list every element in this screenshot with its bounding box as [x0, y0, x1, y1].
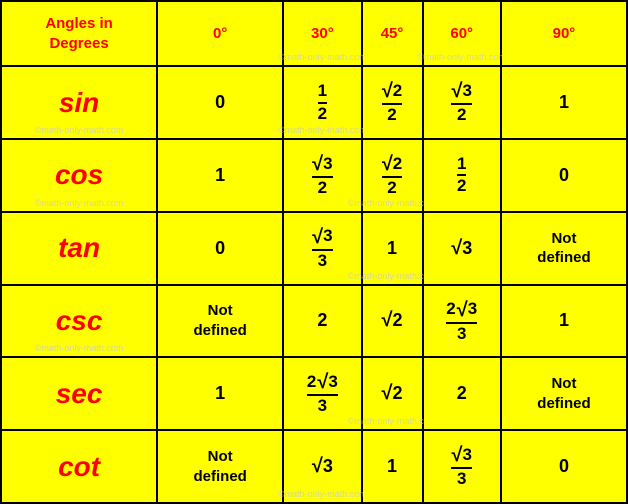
cot-90: 0 [501, 430, 627, 503]
tan-0: 0 [157, 212, 283, 285]
csc-45: √2 [362, 285, 423, 358]
cos-60: 12 [423, 139, 501, 212]
cot-60: √33 [423, 430, 501, 503]
angle-60-header: 60° ©math-only-math.com [423, 1, 501, 66]
sin-30: 12 ©math-only-math.com [283, 66, 361, 139]
cot-label: cot [1, 430, 157, 503]
sec-90: Notdefined [501, 357, 627, 430]
angles-in-degrees-header: Angles inDegrees [1, 1, 157, 66]
cos-30: √32 [283, 139, 361, 212]
cos-0: 1 [157, 139, 283, 212]
cos-label: cos ©math-only-math.com [1, 139, 157, 212]
csc-30: 2 [283, 285, 361, 358]
csc-60: 2√33 [423, 285, 501, 358]
cot-30: √3 ©math-only-math.com [283, 430, 361, 503]
tan-30: √33 [283, 212, 361, 285]
sin-90: 1 [501, 66, 627, 139]
angle-0-header: 0° [157, 1, 283, 66]
angle-90-header: 90° [501, 1, 627, 66]
sin-60: √32 [423, 66, 501, 139]
tan-label: tan [1, 212, 157, 285]
cot-0: Notdefined [157, 430, 283, 503]
sec-30: 2√33 [283, 357, 361, 430]
sec-label: sec [1, 357, 157, 430]
sin-label: sin ©math-only-math.com [1, 66, 157, 139]
sec-60: 2 [423, 357, 501, 430]
cos-45: √22 ©math-only-math.com [362, 139, 423, 212]
sin-45: √22 [362, 66, 423, 139]
angle-45-header: 45° [362, 1, 423, 66]
tan-60: √3 [423, 212, 501, 285]
csc-0: Notdefined [157, 285, 283, 358]
sec-45: √2 ©math-only-math.com [362, 357, 423, 430]
tan-90: Notdefined [501, 212, 627, 285]
cot-45: 1 [362, 430, 423, 503]
sin-0: 0 [157, 66, 283, 139]
csc-90: 1 [501, 285, 627, 358]
cos-90: 0 [501, 139, 627, 212]
sec-0: 1 [157, 357, 283, 430]
csc-label: csc ©math-only-math.com [1, 285, 157, 358]
tan-45: 1 ©math-only-math.com [362, 212, 423, 285]
angle-30-header: 30° ©math-only-math.com [283, 1, 361, 66]
